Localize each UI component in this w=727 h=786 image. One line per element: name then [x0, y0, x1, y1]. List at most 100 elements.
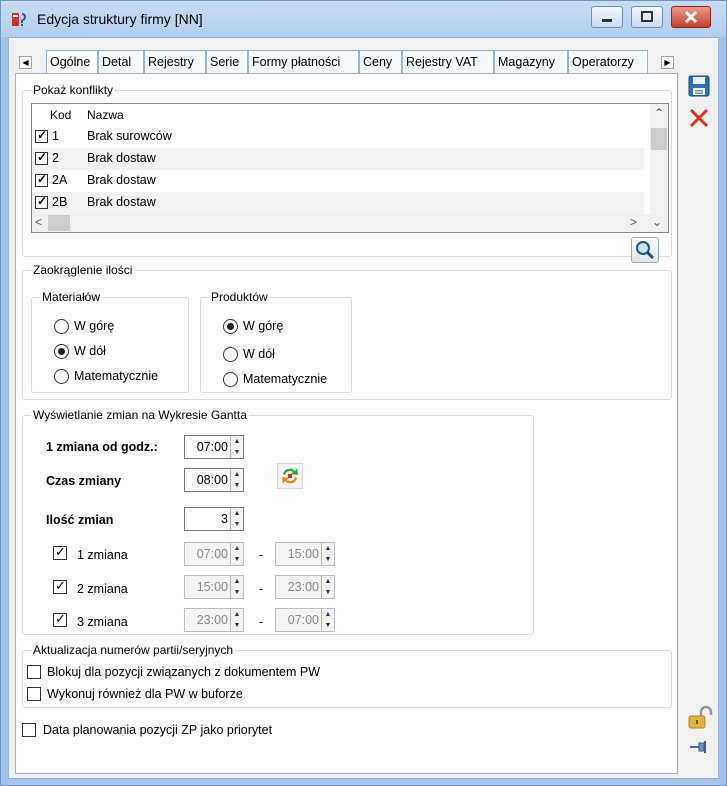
- row-checkbox[interactable]: [35, 128, 48, 143]
- spin-down-icon[interactable]: ▼: [231, 519, 243, 530]
- list-item[interactable]: 2 Brak dostaw: [32, 148, 644, 170]
- tab-ogolne[interactable]: Ogólne: [46, 50, 98, 74]
- spin-down-icon[interactable]: ▼: [322, 620, 334, 631]
- shift-2-to-input[interactable]: 23:00 ▲ ▼: [275, 575, 335, 599]
- tab-detal[interactable]: Detal: [98, 50, 144, 74]
- spin-down-icon[interactable]: ▼: [231, 620, 243, 631]
- shift-3-label: 3 zmiana: [77, 615, 128, 629]
- spin-down-icon[interactable]: ▼: [322, 587, 334, 598]
- materials-down-radio[interactable]: [54, 344, 69, 359]
- search-icon: [636, 241, 655, 260]
- pin-button[interactable]: [687, 735, 711, 759]
- scroll-down-icon[interactable]: ⌄: [652, 215, 662, 229]
- refresh-icon: [276, 462, 304, 490]
- spin-down-icon[interactable]: ▼: [231, 447, 243, 458]
- row-code: 1: [52, 129, 59, 143]
- shift-2-checkbox[interactable]: [53, 578, 67, 594]
- products-down-radio[interactable]: [223, 347, 238, 362]
- tab-ceny[interactable]: Ceny: [359, 50, 402, 74]
- scroll-up-icon[interactable]: ⌃: [654, 106, 664, 120]
- vertical-scrollbar[interactable]: ⌃: [650, 104, 668, 216]
- tab-formy-platnosci[interactable]: Formy płatności: [248, 50, 359, 74]
- minimize-button[interactable]: [591, 6, 623, 28]
- tab-magazyny[interactable]: Magazyny: [494, 50, 568, 74]
- dialog-body: ◀ Ogólne Detal Rejestry Serie Formy płat…: [8, 37, 719, 779]
- close-window-button[interactable]: [671, 6, 711, 28]
- shift-length-value: 08:00: [196, 473, 228, 487]
- spin-up-icon[interactable]: ▲: [231, 436, 243, 447]
- delete-button[interactable]: [687, 106, 711, 130]
- priority-checkbox[interactable]: [22, 723, 36, 737]
- tab-rejestry[interactable]: Rejestry: [144, 50, 206, 74]
- refresh-button[interactable]: [276, 462, 304, 490]
- horizontal-scrollbar[interactable]: < > ⌄: [32, 214, 668, 232]
- spin-down-icon[interactable]: ▼: [322, 554, 334, 565]
- shift-3-checkbox[interactable]: [53, 611, 67, 627]
- products-up-radio[interactable]: [223, 319, 238, 334]
- maximize-button[interactable]: [631, 6, 663, 28]
- spin-up-icon[interactable]: ▲: [231, 576, 243, 587]
- rounding-group-title: Zaokrąglenie ilości: [31, 263, 135, 277]
- spin-up-icon[interactable]: ▲: [231, 609, 243, 620]
- list-item[interactable]: 1 Brak surowców: [32, 126, 644, 148]
- spin-up-icon[interactable]: ▲: [322, 543, 334, 554]
- spin-up-icon[interactable]: ▲: [322, 609, 334, 620]
- tab-operatorzy[interactable]: Operatorzy: [568, 50, 648, 74]
- scroll-thumb[interactable]: [651, 128, 667, 150]
- shift-1-dash: -: [259, 548, 264, 562]
- scroll-thumb[interactable]: [48, 215, 70, 231]
- row-name: Brak dostaw: [87, 173, 156, 187]
- block-pw-checkbox[interactable]: [27, 665, 41, 679]
- buffer-pw-checkbox[interactable]: [27, 687, 41, 701]
- tab-scroll-left-icon[interactable]: ◀: [19, 56, 32, 69]
- materials-up-radio[interactable]: [54, 319, 69, 334]
- shift-length-input[interactable]: 08:00 ▲ ▼: [184, 468, 244, 492]
- shift-count-input[interactable]: 3 ▲ ▼: [184, 507, 244, 531]
- column-header-name[interactable]: Nazwa: [87, 108, 124, 122]
- unlock-button[interactable]: [687, 705, 713, 729]
- list-item[interactable]: 2A Brak dostaw: [32, 170, 644, 192]
- products-math-label: Matematycznie: [243, 372, 328, 386]
- spin-up-icon[interactable]: ▲: [231, 543, 243, 554]
- save-button[interactable]: [687, 74, 711, 98]
- first-shift-label: 1 zmiana od godz.:: [46, 440, 158, 454]
- company-structure-icon: [12, 13, 26, 26]
- shift-2-from-input[interactable]: 15:00 ▲ ▼: [184, 575, 244, 599]
- batch-group-title: Aktualizacja numerów partii/seryjnych: [31, 643, 236, 657]
- shift-1-checkbox[interactable]: [53, 544, 67, 560]
- materials-group: Materiałów W górę W dół Matematycznie: [31, 290, 189, 393]
- spin-down-icon[interactable]: ▼: [231, 480, 243, 491]
- title-bar: Edycja struktury firmy [NN]: [1, 1, 726, 37]
- scroll-right-icon[interactable]: >: [630, 215, 637, 229]
- row-checkbox[interactable]: [35, 172, 48, 187]
- tab-rejestry-vat[interactable]: Rejestry VAT: [402, 50, 494, 74]
- products-math-radio[interactable]: [223, 372, 238, 387]
- spin-up-icon[interactable]: ▲: [322, 576, 334, 587]
- tab-scroll-right-icon[interactable]: ▶: [661, 56, 674, 69]
- tab-serie[interactable]: Serie: [206, 50, 248, 74]
- conflicts-list[interactable]: Kod Nazwa 1 Brak surowców 2 Brak dostaw: [31, 103, 669, 233]
- row-checkbox[interactable]: [35, 194, 48, 209]
- spin-down-icon[interactable]: ▼: [231, 554, 243, 565]
- materials-group-title: Materiałów: [40, 290, 103, 304]
- search-button[interactable]: [631, 237, 659, 263]
- priority-label: Data planowania pozycji ZP jako prioryte…: [43, 723, 273, 737]
- column-header-code[interactable]: Kod: [50, 108, 71, 122]
- row-code: 2: [52, 151, 59, 165]
- shift-3-to-input[interactable]: 07:00 ▲ ▼: [275, 608, 335, 632]
- materials-math-label: Matematycznie: [74, 369, 159, 383]
- spin-up-icon[interactable]: ▲: [231, 508, 243, 519]
- list-item[interactable]: 2B Brak dostaw: [32, 192, 644, 214]
- pin-icon: [690, 741, 706, 753]
- scroll-left-icon[interactable]: <: [35, 215, 42, 229]
- row-code: 2A: [52, 173, 68, 187]
- shift-3-dash: -: [259, 615, 264, 629]
- shift-1-from-input[interactable]: 07:00 ▲ ▼: [184, 542, 244, 566]
- spin-down-icon[interactable]: ▼: [231, 587, 243, 598]
- spin-up-icon[interactable]: ▲: [231, 469, 243, 480]
- row-checkbox[interactable]: [35, 150, 48, 165]
- shift-1-to-input[interactable]: 15:00 ▲ ▼: [275, 542, 335, 566]
- first-shift-time-input[interactable]: 07:00 ▲ ▼: [184, 435, 244, 459]
- materials-math-radio[interactable]: [54, 369, 69, 384]
- shift-3-from-input[interactable]: 23:00 ▲ ▼: [184, 608, 244, 632]
